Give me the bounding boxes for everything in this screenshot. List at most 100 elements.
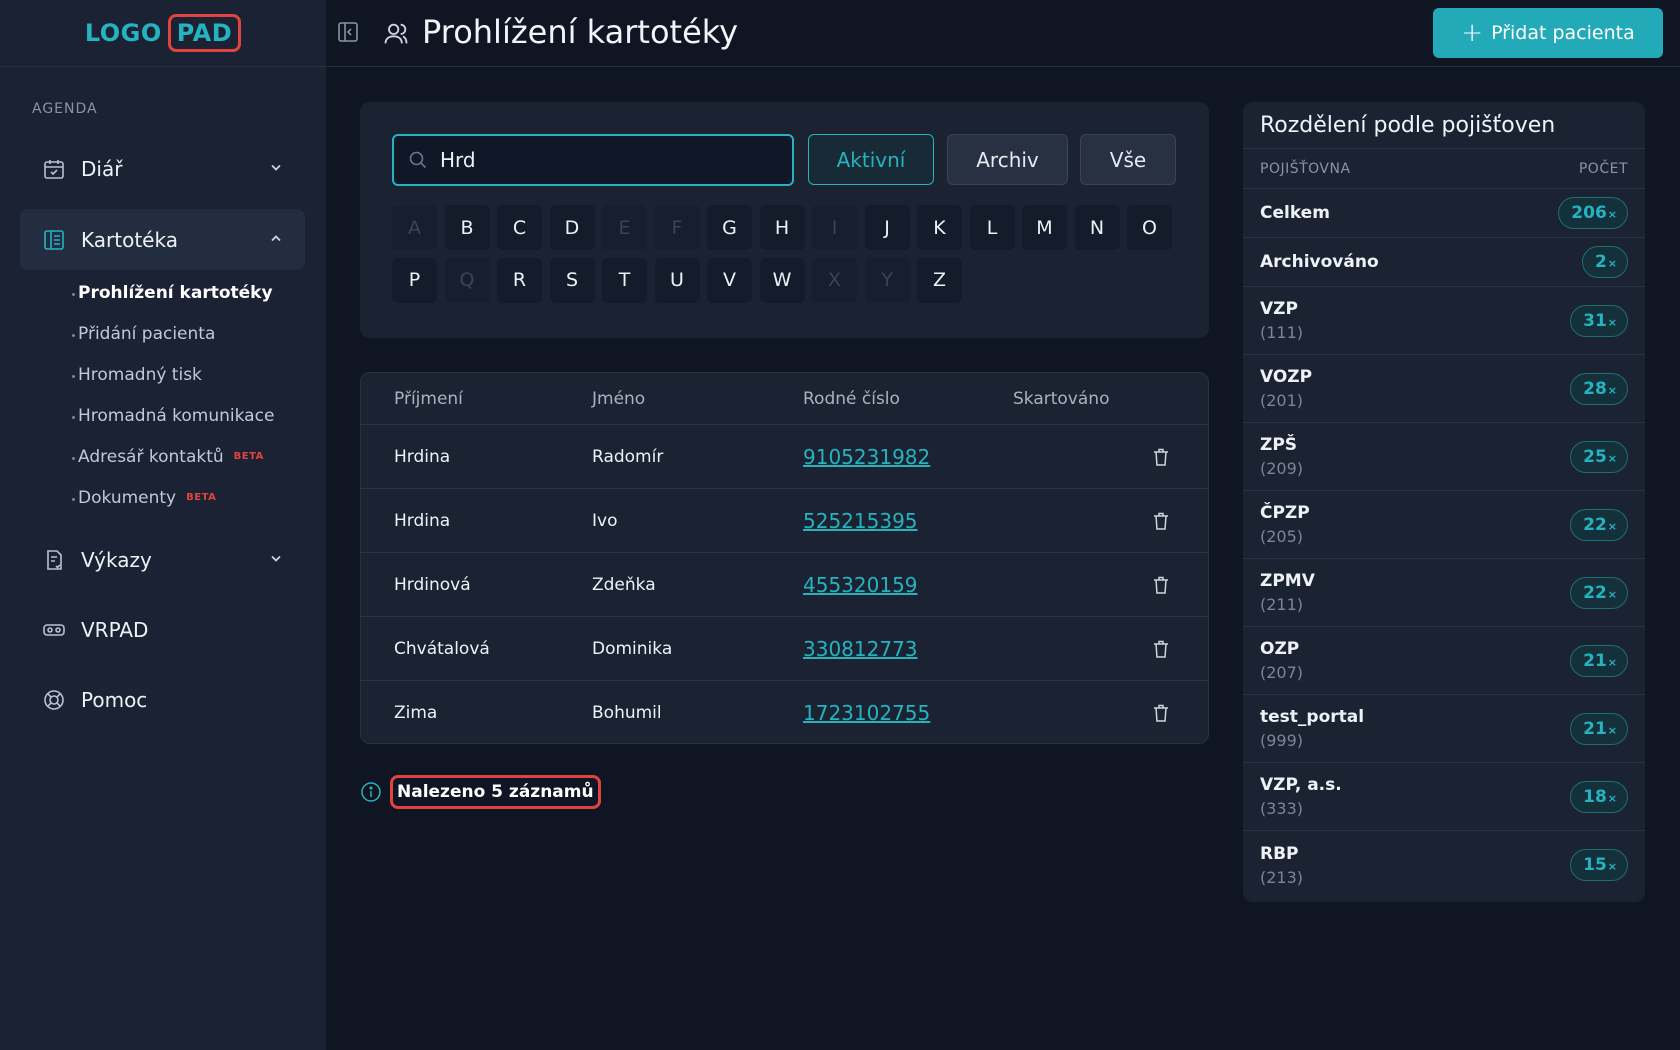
page-title: Prohlížení kartotéky — [422, 13, 739, 51]
letter-a-button: A — [392, 205, 437, 250]
letter-t-button[interactable]: T — [602, 257, 647, 303]
letter-s-button[interactable]: S — [549, 257, 595, 303]
insurance-name: VZP — [1260, 299, 1298, 319]
search-field[interactable] — [392, 134, 794, 186]
sidebar-item-label: VRPAD — [81, 617, 149, 642]
letter-z-button[interactable]: Z — [917, 257, 962, 303]
sidebar-item-vrpad[interactable]: VRPAD — [20, 599, 305, 660]
insurance-row: ZPŠ (209) 25× — [1243, 423, 1645, 491]
insurance-info: ZPMV (211) — [1260, 571, 1315, 614]
submenu-label: Adresář kontaktů — [78, 446, 224, 467]
letter-w-button[interactable]: W — [759, 257, 805, 303]
rodne-cislo-link[interactable]: 1723102755 — [803, 701, 930, 725]
filter-vse-button[interactable]: Vše — [1080, 134, 1176, 185]
submenu-label: Přidání pacienta — [78, 323, 216, 344]
insurance-row: Archivováno 2× — [1243, 238, 1645, 287]
logo-pad: PAD — [167, 14, 242, 52]
insurance-info: VZP (111) — [1260, 299, 1303, 342]
sidebar-item-label: Pomoc — [81, 687, 148, 712]
sidebar-item-kartoteka[interactable]: Kartotéka — [20, 209, 305, 270]
table-row[interactable]: Zima Bohumil 1723102755 — [361, 681, 1208, 743]
insurance-info: RBP (213) — [1260, 844, 1303, 887]
table-row[interactable]: Hrdina Ivo 525215395 — [361, 489, 1208, 553]
filter-archiv-button[interactable]: Archiv — [947, 134, 1068, 185]
letter-j-button[interactable]: J — [864, 205, 910, 250]
section-label-agenda: AGENDA — [32, 101, 98, 117]
rodne-cislo-link[interactable]: 330812773 — [803, 637, 918, 661]
insurance-count-badge: 21× — [1570, 644, 1628, 677]
add-patient-label: Přidat pacienta — [1491, 22, 1635, 44]
insurance-name: ZPŠ — [1260, 435, 1298, 455]
cell-prijmeni: Hrdina — [394, 510, 451, 531]
submenu-item-dokumenty[interactable]: Dokumenty BETA — [71, 477, 274, 518]
column-header-jmeno[interactable]: Jméno — [592, 389, 645, 409]
sidebar-item-vykazy[interactable]: Výkazy — [20, 529, 305, 590]
insurance-info: Archivováno — [1260, 252, 1379, 272]
trash-icon[interactable] — [1150, 574, 1172, 596]
header: Prohlížení kartotéky + Přidat pacienta — [326, 0, 1680, 67]
submenu-label: Hromadná komunikace — [78, 405, 275, 426]
insurance-name: ČPZP — [1260, 503, 1310, 523]
letter-b-button[interactable]: B — [444, 205, 490, 250]
insurance-info: VOZP (201) — [1260, 367, 1312, 410]
rodne-cislo-link[interactable]: 455320159 — [803, 573, 918, 597]
letter-v-button[interactable]: V — [707, 257, 752, 303]
trash-icon[interactable] — [1150, 638, 1172, 660]
letter-r-button[interactable]: R — [497, 257, 542, 303]
filter-aktivni-button[interactable]: Aktivní — [808, 134, 934, 185]
sidebar-item-pomoc[interactable]: Pomoc — [20, 669, 305, 730]
rodne-cislo-link[interactable]: 9105231982 — [803, 445, 930, 469]
add-patient-button[interactable]: + Přidat pacienta — [1433, 8, 1663, 58]
insurance-count-badge: 2× — [1581, 246, 1628, 278]
search-input[interactable] — [440, 148, 780, 172]
trash-icon[interactable] — [1150, 446, 1172, 468]
insurance-info: VZP, a.s. (333) — [1260, 775, 1342, 818]
letter-c-button[interactable]: C — [497, 205, 542, 250]
beta-badge: BETA — [233, 451, 264, 462]
table-header: Příjmení Jméno Rodné číslo Skartováno — [361, 373, 1208, 425]
table-row[interactable]: Chvátalová Dominika 330812773 — [361, 617, 1208, 681]
insurance-row: test_portal (999) 21× — [1243, 695, 1645, 763]
submenu-item-pridani[interactable]: Přidání pacienta — [71, 313, 274, 354]
insurance-code: (111) — [1260, 323, 1304, 342]
patients-table: Příjmení Jméno Rodné číslo Skartováno Hr… — [360, 372, 1209, 744]
cell-prijmeni: Zima — [394, 703, 438, 723]
column-header-rodne-cislo[interactable]: Rodné číslo — [803, 389, 900, 409]
letter-u-button[interactable]: U — [654, 257, 700, 303]
rodne-cislo-link[interactable]: 525215395 — [803, 509, 918, 533]
insurance-col-count: POČET — [1578, 160, 1628, 177]
insurance-code: (999) — [1260, 731, 1304, 750]
submenu-item-hromadny-tisk[interactable]: Hromadný tisk — [71, 354, 274, 395]
insurance-code: (211) — [1260, 595, 1304, 614]
table-row[interactable]: Hrdina Radomír 9105231982 — [361, 425, 1208, 489]
trash-icon[interactable] — [1150, 510, 1172, 532]
insurance-code: (201) — [1260, 391, 1304, 410]
submenu-item-adresar[interactable]: Adresář kontaktů BETA — [71, 436, 274, 477]
letter-n-button[interactable]: N — [1074, 205, 1120, 250]
results-info: Nalezeno 5 záznamů — [360, 775, 601, 809]
submenu-item-hromadna-komunikace[interactable]: Hromadná komunikace — [71, 395, 275, 436]
letter-o-button[interactable]: O — [1127, 205, 1172, 250]
submenu-label: Dokumenty — [78, 487, 177, 508]
letter-g-button[interactable]: G — [707, 205, 752, 250]
letter-h-button[interactable]: H — [759, 205, 805, 250]
trash-icon[interactable] — [1150, 702, 1172, 724]
insurance-code: (333) — [1260, 799, 1304, 818]
column-header-prijmeni[interactable]: Příjmení — [394, 389, 463, 409]
insurance-col-name: POJIŠŤOVNA — [1260, 160, 1351, 177]
sidebar-collapse-icon[interactable] — [336, 20, 362, 46]
letter-k-button[interactable]: K — [917, 205, 962, 250]
logo-text: LOGO — [84, 19, 162, 47]
letter-p-button[interactable]: P — [392, 257, 437, 303]
insurance-code: (205) — [1260, 527, 1304, 546]
letter-l-button[interactable]: L — [969, 205, 1015, 250]
letter-m-button[interactable]: M — [1022, 205, 1067, 250]
logo[interactable]: LOGO PAD — [84, 14, 242, 52]
column-header-skartovano[interactable]: Skartováno — [1013, 389, 1109, 409]
table-row[interactable]: Hrdinová Zdeňka 455320159 — [361, 553, 1208, 617]
sidebar-item-diar[interactable]: Diář — [20, 138, 305, 199]
submenu-item-prohlizeni[interactable]: Prohlížení kartotéky — [71, 272, 274, 313]
insurance-row: RBP (213) 15× — [1243, 831, 1645, 899]
letter-d-button[interactable]: D — [549, 205, 595, 250]
cell-prijmeni: Chvátalová — [394, 638, 490, 659]
